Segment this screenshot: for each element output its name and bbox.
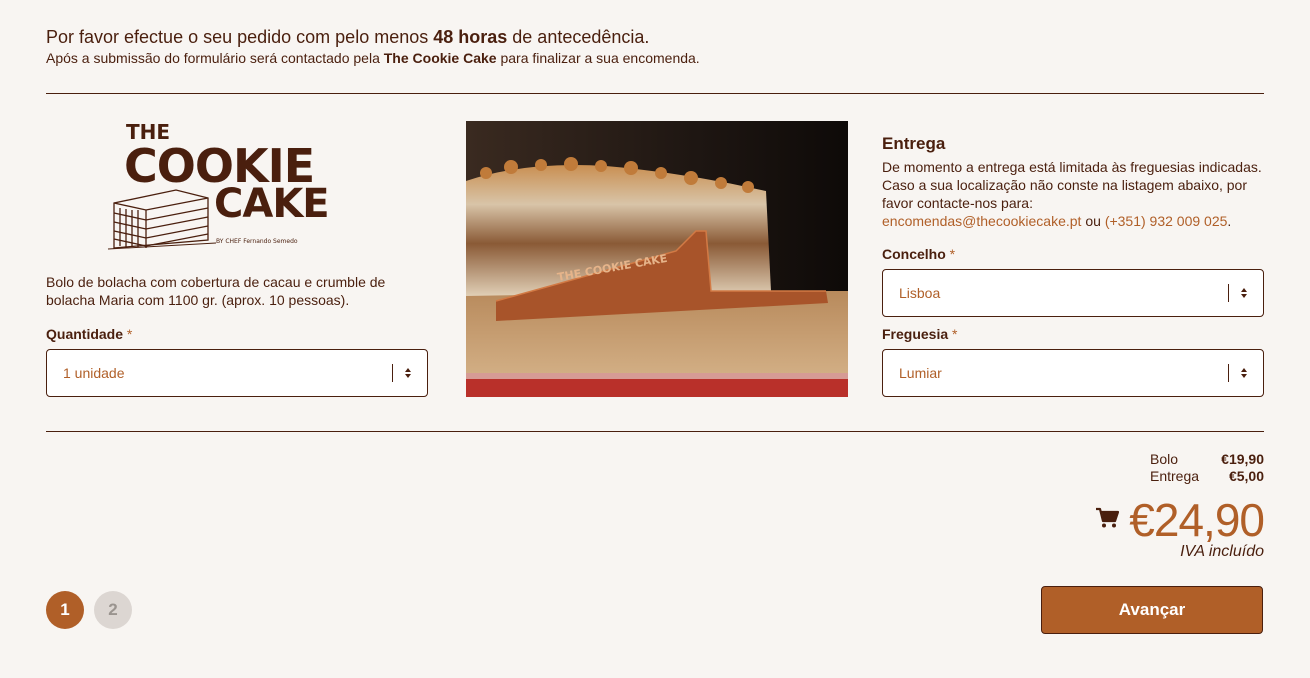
concelho-select-value: Lisboa <box>899 285 941 301</box>
intro-line-1: Por favor efectue o seu pedido com pelo … <box>46 27 650 47</box>
quantity-label: Quantidade * <box>46 326 133 342</box>
top-divider <box>46 93 1264 94</box>
select-arrows-icon <box>403 368 413 378</box>
freguesia-select-value: Lumiar <box>899 365 942 381</box>
intro-line-2: Após a submissão do formulário será cont… <box>46 50 700 66</box>
contact-email-link[interactable]: encomendas@thecookiecake.pt <box>882 213 1081 229</box>
product-photo: THE COOKIE CAKE <box>466 121 848 397</box>
concelho-select[interactable]: Lisboa <box>882 269 1264 317</box>
next-button[interactable]: Avançar <box>1041 586 1263 634</box>
freguesia-label: Freguesia * <box>882 326 958 342</box>
select-separator <box>1228 364 1229 382</box>
quantity-select-value: 1 unidade <box>63 365 125 381</box>
step-1-indicator[interactable]: 1 <box>46 591 84 629</box>
freguesia-select[interactable]: Lumiar <box>882 349 1264 397</box>
delivery-price-row: Entrega €5,00 <box>1150 468 1264 484</box>
concelho-label: Concelho * <box>882 246 956 262</box>
brand-logo: THE COOKIE CAKE BY CHEF Fernando Semedo <box>106 118 346 258</box>
cart-icon <box>1095 507 1120 534</box>
delivery-title: Entrega <box>882 134 946 153</box>
select-separator <box>392 364 393 382</box>
logo-word-cake: CAKE <box>214 181 329 227</box>
intro-text: Por favor efectue o seu pedido com pelo … <box>46 27 700 66</box>
logo-cake-slice-illustration <box>107 189 217 250</box>
step-2-indicator[interactable]: 2 <box>94 591 132 629</box>
cake-price-value: €19,90 <box>1221 451 1264 467</box>
total-price: €24,90 <box>1129 494 1265 546</box>
select-separator <box>1228 284 1229 302</box>
order-total: €24,90 <box>1095 494 1265 546</box>
contact-phone-link[interactable]: (+351) 932 009 025 <box>1105 213 1228 229</box>
delivery-price-value: €5,00 <box>1228 468 1264 484</box>
quantity-select[interactable]: 1 unidade <box>46 349 428 397</box>
delivery-info: De momento a entrega está limitada às fr… <box>882 159 1262 229</box>
cake-price-label: Bolo <box>1150 451 1179 467</box>
delivery-price-label: Entrega <box>1150 468 1200 484</box>
cake-price-row: Bolo €19,90 <box>1150 451 1264 467</box>
bottom-divider <box>46 431 1264 432</box>
logo-signature: BY CHEF Fernando Semedo <box>216 238 298 245</box>
tax-note: IVA incluído <box>1180 543 1264 560</box>
product-description: Bolo de bolacha com cobertura de cacau e… <box>46 274 386 308</box>
select-arrows-icon <box>1239 368 1249 378</box>
select-arrows-icon <box>1239 288 1249 298</box>
